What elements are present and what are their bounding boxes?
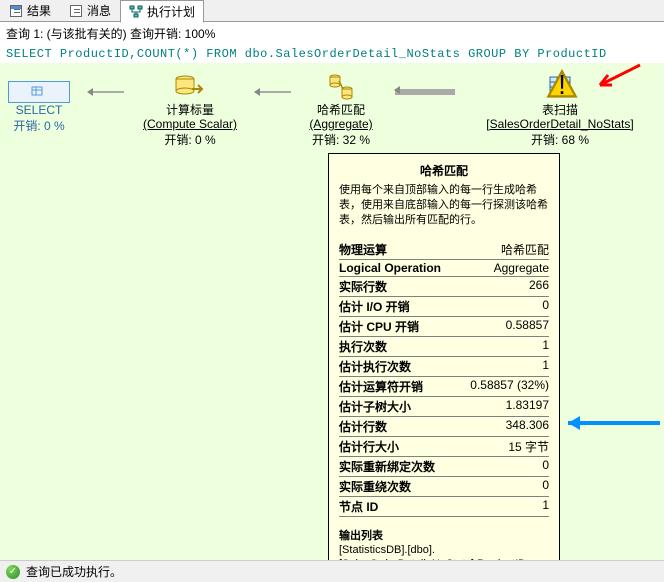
plan-node-compute-scalar[interactable]: 计算标量 (Compute Scalar) 开销: 0 % bbox=[130, 71, 250, 148]
node-sublabel: (Compute Scalar) bbox=[130, 117, 250, 131]
select-icon bbox=[8, 81, 70, 103]
tab-results-label: 结果 bbox=[27, 2, 51, 19]
compute-scalar-icon bbox=[174, 71, 206, 103]
node-cost: 开销: 68 % bbox=[460, 131, 660, 148]
plan-node-hash-match[interactable]: 哈希匹配 (Aggregate) 开销: 32 % bbox=[296, 71, 386, 148]
tooltip-row: 估计子树大小1.83197 bbox=[339, 397, 549, 417]
sql-statement: SELECT ProductID,COUNT(*) FROM dbo.Sales… bbox=[0, 45, 664, 63]
status-bar: ✓ 查询已成功执行。 bbox=[0, 560, 664, 582]
node-cost: 开销: 0 % bbox=[130, 131, 250, 148]
tooltip-row: 估计执行次数1 bbox=[339, 357, 549, 377]
execution-plan-canvas[interactable]: SELECT 开销: 0 % 计算标量 (Compute Scalar) 开销:… bbox=[0, 63, 664, 560]
tooltip-description: 使用每个来自顶部输入的每一行生成哈希表，使用来自底部输入的每一行探测该哈希表，然… bbox=[339, 183, 549, 228]
query-header: 查询 1: (与该批有关的) 查询开销: 100% bbox=[0, 22, 664, 45]
tooltip-row: 实际重新绑定次数0 bbox=[339, 457, 549, 477]
tooltip-row: 估计 CPU 开销0.58857 bbox=[339, 317, 549, 337]
tab-plan-label: 执行计划 bbox=[147, 3, 195, 20]
tooltip-row: 实际行数266 bbox=[339, 277, 549, 297]
node-sublabel: [SalesOrderDetail_NoStats] bbox=[460, 117, 660, 131]
red-annotation-arrow bbox=[590, 63, 650, 93]
tooltip-output-text: [StatisticsDB].[dbo].[SalesOrderDetail_N… bbox=[339, 543, 549, 560]
node-label: 哈希匹配 bbox=[296, 103, 386, 117]
node-label: SELECT bbox=[8, 103, 70, 117]
tab-execution-plan[interactable]: 执行计划 bbox=[120, 0, 204, 23]
grid-icon bbox=[9, 4, 23, 18]
status-text: 查询已成功执行。 bbox=[26, 563, 122, 580]
node-sublabel: (Aggregate) bbox=[296, 117, 386, 131]
node-cost: 开销: 0 % bbox=[8, 117, 70, 134]
node-label: 表扫描 bbox=[460, 103, 660, 117]
tooltip-output-label: 输出列表 bbox=[339, 527, 549, 543]
tooltip-title: 哈希匹配 bbox=[339, 162, 549, 179]
tab-messages[interactable]: 消息 bbox=[60, 0, 120, 22]
operator-tooltip: 哈希匹配 使用每个来自顶部输入的每一行生成哈希表，使用来自底部输入的每一行探测该… bbox=[328, 153, 560, 560]
node-cost: 开销: 32 % bbox=[296, 131, 386, 148]
node-label: 计算标量 bbox=[130, 103, 250, 117]
tab-bar: 结果 消息 执行计划 bbox=[0, 0, 664, 22]
blue-annotation-arrow bbox=[562, 413, 662, 433]
svg-text:!: ! bbox=[558, 69, 566, 100]
plan-node-select[interactable]: SELECT 开销: 0 % bbox=[8, 81, 70, 134]
plan-arrow bbox=[88, 91, 124, 93]
tooltip-row: 估计运算符开销0.58857 (32%) bbox=[339, 377, 549, 397]
plan-arrow bbox=[255, 91, 291, 93]
tooltip-properties: 物理运算哈希匹配Logical OperationAggregate实际行数26… bbox=[339, 240, 549, 517]
success-icon: ✓ bbox=[6, 565, 20, 579]
plan-arrow bbox=[395, 89, 455, 95]
tab-messages-label: 消息 bbox=[87, 2, 111, 19]
tooltip-row: 估计行大小15 字节 bbox=[339, 437, 549, 457]
tooltip-row: 估计 I/O 开销0 bbox=[339, 297, 549, 317]
table-scan-icon: ! bbox=[544, 71, 576, 103]
tooltip-row: 物理运算哈希匹配 bbox=[339, 240, 549, 260]
tab-results[interactable]: 结果 bbox=[0, 0, 60, 22]
tooltip-row: 节点 ID1 bbox=[339, 497, 549, 517]
plan-icon bbox=[129, 5, 143, 19]
warning-icon: ! bbox=[546, 69, 578, 101]
tooltip-row: 估计行数348.306 bbox=[339, 417, 549, 437]
tooltip-row: Logical OperationAggregate bbox=[339, 260, 549, 277]
message-icon bbox=[69, 4, 83, 18]
tooltip-row: 执行次数1 bbox=[339, 337, 549, 357]
hash-match-icon bbox=[325, 71, 357, 103]
tooltip-row: 实际重绕次数0 bbox=[339, 477, 549, 497]
